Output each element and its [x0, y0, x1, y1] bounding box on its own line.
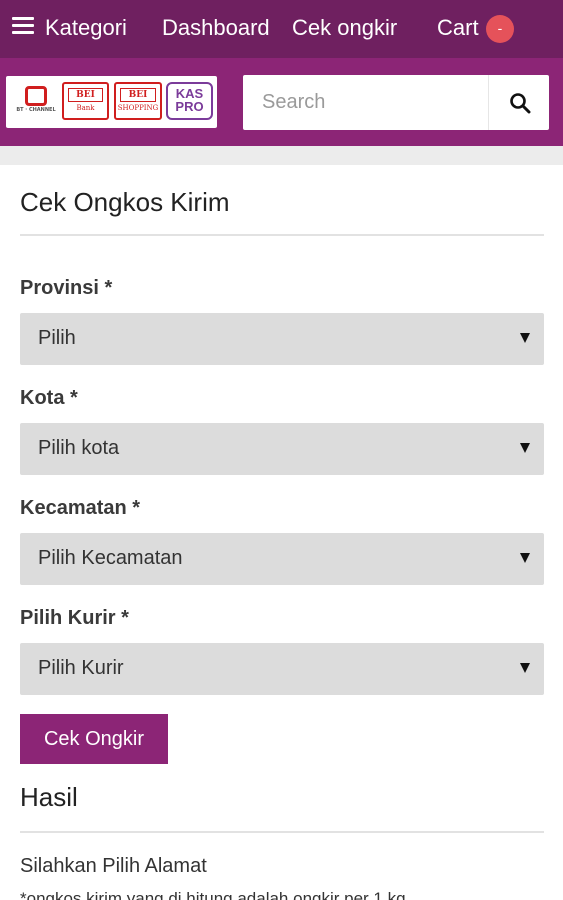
bt-channel-logo: BT · CHANNEL — [12, 82, 60, 120]
chevron-down-icon — [520, 333, 530, 343]
kota-select[interactable]: Pilih kota — [20, 423, 544, 475]
nav-kategori[interactable]: Kategori — [45, 14, 127, 42]
search-button[interactable] — [488, 75, 549, 130]
kecamatan-select[interactable]: Pilih Kecamatan — [20, 533, 544, 585]
top-nav: Kategori Dashboard Cek ongkir Cart - — [0, 0, 563, 58]
provinsi-value: Pilih — [38, 327, 76, 349]
title-divider — [20, 234, 544, 236]
kecamatan-label: Kecamatan * — [20, 497, 141, 519]
cart-count-badge[interactable]: - — [486, 15, 514, 43]
chevron-down-icon — [520, 553, 530, 563]
search-bar — [243, 75, 549, 130]
kota-value: Pilih kota — [38, 437, 120, 459]
kurir-select[interactable]: Pilih Kurir — [20, 643, 544, 695]
bei-bank-logo: BEI Bank — [62, 82, 109, 120]
bei-shopping-logo: BEI SHOPPING — [114, 82, 162, 120]
menu-icon[interactable] — [12, 17, 34, 35]
nav-cek-ongkir[interactable]: Cek ongkir — [292, 14, 397, 42]
provinsi-select[interactable]: Pilih — [20, 313, 544, 365]
kecamatan-value: Pilih Kecamatan — [38, 547, 183, 569]
cek-ongkir-button[interactable]: Cek Ongkir — [20, 714, 168, 764]
result-divider — [20, 831, 544, 833]
chevron-down-icon — [520, 443, 530, 453]
nav-dashboard[interactable]: Dashboard — [162, 14, 270, 42]
result-message: Silahkan Pilih Alamat — [20, 855, 207, 877]
chevron-down-icon — [520, 663, 530, 673]
kurir-label: Pilih Kurir * — [20, 607, 129, 629]
search-icon — [510, 93, 531, 114]
page-title: Cek Ongkos Kirim — [20, 187, 230, 217]
provinsi-label: Provinsi * — [20, 277, 113, 299]
result-note: *ongkos kirim yang di hitung adalah ongk… — [20, 889, 406, 900]
search-input[interactable] — [243, 75, 488, 130]
kaspro-logo: KAS PRO — [166, 82, 213, 120]
partner-logos[interactable]: BT · CHANNEL BEI Bank BEI SHOPPING KAS PR… — [6, 76, 217, 128]
kota-label: Kota * — [20, 387, 78, 409]
nav-cart[interactable]: Cart — [437, 14, 479, 42]
result-title: Hasil — [20, 782, 78, 812]
shipping-cost-card: Cek Ongkos Kirim Provinsi * Pilih Kota *… — [0, 165, 563, 900]
brand-bar: BT · CHANNEL BEI Bank BEI SHOPPING KAS PR… — [0, 58, 563, 146]
kurir-value: Pilih Kurir — [38, 657, 124, 679]
